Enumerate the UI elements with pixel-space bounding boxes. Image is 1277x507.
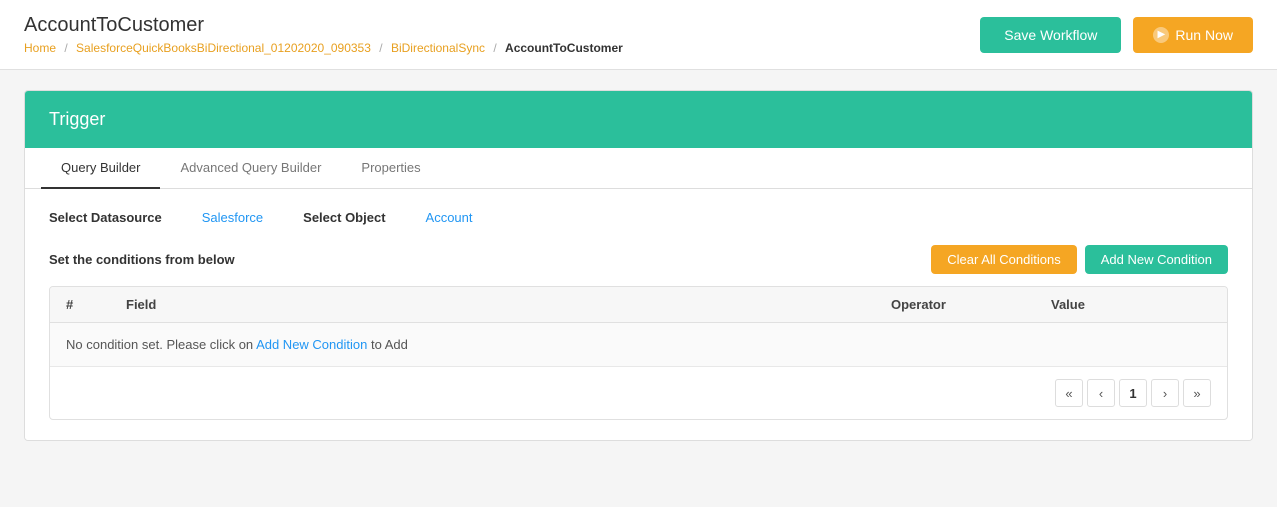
- run-now-button[interactable]: ▶ Run Now: [1133, 17, 1253, 53]
- pagination: « ‹ 1 › »: [50, 366, 1227, 419]
- breadcrumb: Home / SalesforceQuickBooksBiDirectional…: [24, 41, 623, 55]
- conditions-table: # Field Operator Value No condition set.…: [49, 286, 1228, 420]
- breadcrumb-workflow[interactable]: SalesforceQuickBooksBiDirectional_012020…: [76, 41, 371, 55]
- add-new-condition-inline-link[interactable]: Add New Condition: [256, 337, 367, 352]
- datasource-label-text: Select Datasource: [49, 210, 162, 225]
- datasource-link[interactable]: Salesforce: [202, 210, 263, 225]
- select-datasource-label: Select Datasource: [49, 209, 162, 225]
- select-object-label: Select Object: [303, 209, 385, 225]
- top-bar-left: AccountToCustomer Home / SalesforceQuick…: [24, 14, 623, 55]
- breadcrumb-sync[interactable]: BiDirectionalSync: [391, 41, 485, 55]
- datasource-value: Salesforce: [202, 209, 263, 225]
- tab-content: Select Datasource Salesforce Select Obje…: [25, 189, 1252, 440]
- add-new-condition-button[interactable]: Add New Condition: [1085, 245, 1228, 274]
- tab-query-builder[interactable]: Query Builder: [41, 148, 160, 189]
- tab-advanced-query-builder-label: Advanced Query Builder: [180, 160, 321, 175]
- pagination-current[interactable]: 1: [1119, 379, 1147, 407]
- trigger-title: Trigger: [49, 109, 1228, 130]
- pagination-last[interactable]: »: [1183, 379, 1211, 407]
- save-workflow-button[interactable]: Save Workflow: [980, 17, 1121, 53]
- pagination-next[interactable]: ›: [1151, 379, 1179, 407]
- conditions-row: Set the conditions from below Clear All …: [49, 245, 1228, 274]
- col-hash: #: [66, 297, 126, 312]
- conditions-label: Set the conditions from below: [49, 252, 235, 267]
- top-bar-right: Save Workflow ▶ Run Now: [980, 17, 1253, 53]
- object-label-text: Select Object: [303, 210, 385, 225]
- app-title: AccountToCustomer: [24, 14, 623, 37]
- top-bar: AccountToCustomer Home / SalesforceQuick…: [0, 0, 1277, 70]
- table-header: # Field Operator Value: [50, 287, 1227, 323]
- no-condition-suffix: to Add: [367, 337, 407, 352]
- col-field: Field: [126, 297, 891, 312]
- tab-properties-label: Properties: [361, 160, 420, 175]
- table-body: No condition set. Please click on Add Ne…: [50, 323, 1227, 366]
- run-now-label: Run Now: [1175, 27, 1233, 43]
- tabs: Query Builder Advanced Query Builder Pro…: [25, 148, 1252, 189]
- main-content: Trigger Query Builder Advanced Query Bui…: [0, 70, 1277, 461]
- run-icon: ▶: [1153, 27, 1169, 43]
- trigger-header: Trigger: [25, 91, 1252, 148]
- pagination-first[interactable]: «: [1055, 379, 1083, 407]
- breadcrumb-sep-2: /: [379, 41, 382, 55]
- pagination-prev[interactable]: ‹: [1087, 379, 1115, 407]
- tab-advanced-query-builder[interactable]: Advanced Query Builder: [160, 148, 341, 189]
- datasource-row: Select Datasource Salesforce Select Obje…: [49, 209, 1228, 225]
- col-value: Value: [1051, 297, 1211, 312]
- conditions-buttons: Clear All Conditions Add New Condition: [931, 245, 1228, 274]
- breadcrumb-home[interactable]: Home: [24, 41, 56, 55]
- object-value: Account: [426, 209, 473, 225]
- breadcrumb-sep-1: /: [64, 41, 67, 55]
- trigger-card: Trigger Query Builder Advanced Query Bui…: [24, 90, 1253, 441]
- breadcrumb-current: AccountToCustomer: [505, 41, 623, 55]
- no-condition-prefix: No condition set. Please click on: [66, 337, 256, 352]
- clear-conditions-button[interactable]: Clear All Conditions: [931, 245, 1076, 274]
- col-operator: Operator: [891, 297, 1051, 312]
- object-link[interactable]: Account: [426, 210, 473, 225]
- tab-query-builder-label: Query Builder: [61, 160, 140, 175]
- tab-properties[interactable]: Properties: [341, 148, 440, 189]
- breadcrumb-sep-3: /: [493, 41, 496, 55]
- no-condition-message: No condition set. Please click on Add Ne…: [66, 337, 1211, 352]
